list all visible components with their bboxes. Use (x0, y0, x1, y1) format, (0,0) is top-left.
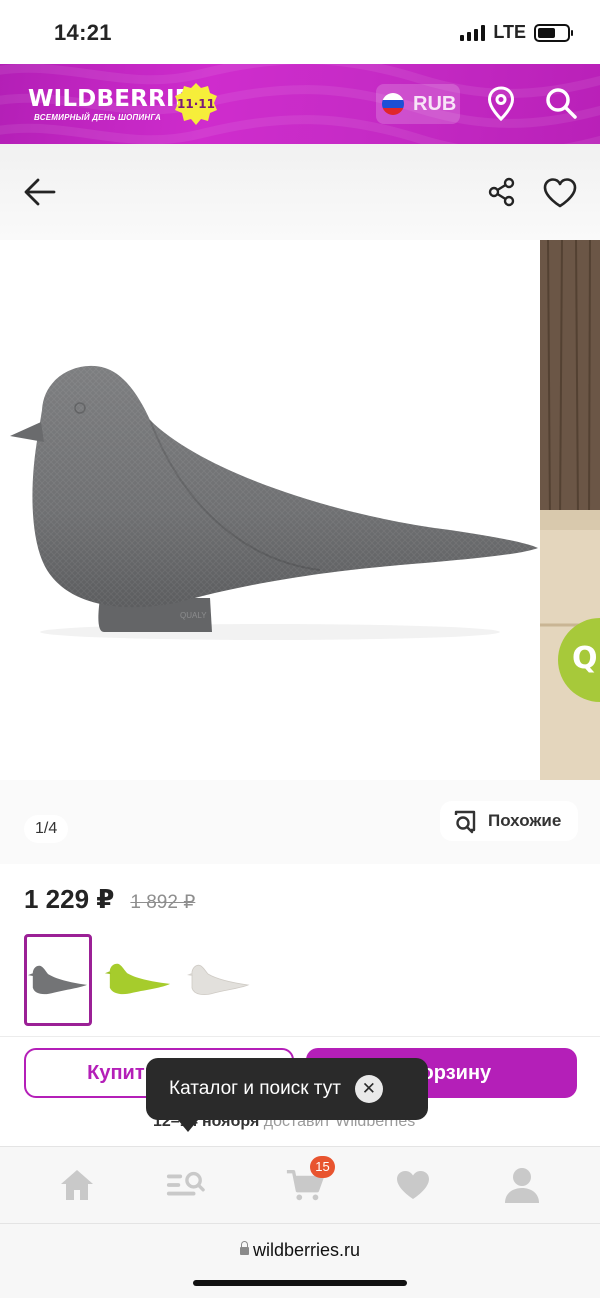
profile-icon (505, 1168, 539, 1203)
site-header: WILDBERRIES ВСЕМИРНЫЙ ДЕНЬ ШОПИНГА 11·11… (0, 64, 600, 144)
next-photo-image: Q (540, 240, 600, 780)
dove-doorstop-image: QUALY (10, 365, 538, 640)
white-dove-thumbnail (187, 964, 250, 995)
variant-grey[interactable] (24, 934, 92, 1026)
tab-favorites[interactable] (393, 1165, 433, 1205)
catalog-tooltip: Каталог и поиск тут ✕ (146, 1058, 428, 1132)
lock-icon (239, 1241, 249, 1255)
heart-icon[interactable] (542, 177, 578, 209)
close-icon[interactable]: ✕ (354, 1075, 383, 1103)
tab-profile[interactable] (502, 1165, 542, 1205)
product-photo[interactable]: QUALY (0, 240, 540, 780)
divider (0, 1036, 600, 1037)
back-arrow-icon[interactable] (22, 174, 58, 210)
catalog-search-icon (166, 1171, 205, 1196)
network-label: LTE (493, 22, 526, 42)
old-price: 1 892 ₽ (130, 892, 196, 913)
russia-flag-icon (382, 93, 404, 115)
tab-catalog[interactable] (165, 1165, 205, 1205)
currency-label: RUB (413, 92, 457, 115)
url-text: wildberries.ru (252, 1240, 361, 1260)
currency-selector[interactable]: RUB (376, 84, 460, 124)
cart-count-badge: 15 (310, 1156, 335, 1178)
color-variants (24, 934, 252, 1026)
home-icon (61, 1170, 93, 1200)
product-topnav (0, 144, 600, 240)
promo-badge-label: 11·11 (177, 97, 215, 111)
search-icon[interactable] (544, 86, 578, 120)
next-product-photo-preview[interactable]: Q (540, 240, 600, 780)
svg-text:Q: Q (572, 641, 598, 676)
similar-button-label: Похожие (488, 811, 562, 830)
browser-url-bar[interactable]: wildberries.ru (0, 1224, 600, 1298)
url-display[interactable]: wildberries.ru (0, 1240, 600, 1261)
favorites-icon (397, 1171, 429, 1199)
status-indicators: LTE (460, 22, 573, 43)
svg-text:QUALY: QUALY (180, 611, 207, 620)
promo-badge: 11·11 (174, 82, 218, 126)
share-icon[interactable] (487, 177, 517, 207)
product-gallery[interactable]: QUALY Q 1/4 Похожие (0, 240, 600, 864)
signal-icon (460, 24, 486, 41)
tooltip-text: Каталог и поиск тут (169, 1078, 341, 1099)
grey-dove-thumbnail (27, 965, 88, 995)
tooltip-arrow (178, 1120, 198, 1132)
green-dove-thumbnail (104, 963, 171, 995)
home-indicator[interactable] (193, 1280, 407, 1286)
bottom-tab-bar (0, 1146, 600, 1224)
variant-white[interactable] (184, 934, 252, 1026)
price-row: 1 229 ₽ 1 892 ₽ (24, 884, 195, 915)
photo-counter: 1/4 (24, 815, 69, 843)
similar-products-button[interactable]: Похожие (440, 801, 578, 841)
status-bar: 14:21 LTE (0, 0, 600, 64)
status-time: 14:21 (54, 20, 112, 45)
location-pin-icon[interactable] (487, 86, 515, 122)
battery-icon (534, 23, 573, 42)
tab-home[interactable] (57, 1165, 97, 1205)
similar-search-icon (454, 810, 476, 834)
current-price: 1 229 ₽ (24, 884, 115, 914)
variant-green[interactable] (104, 934, 172, 1026)
